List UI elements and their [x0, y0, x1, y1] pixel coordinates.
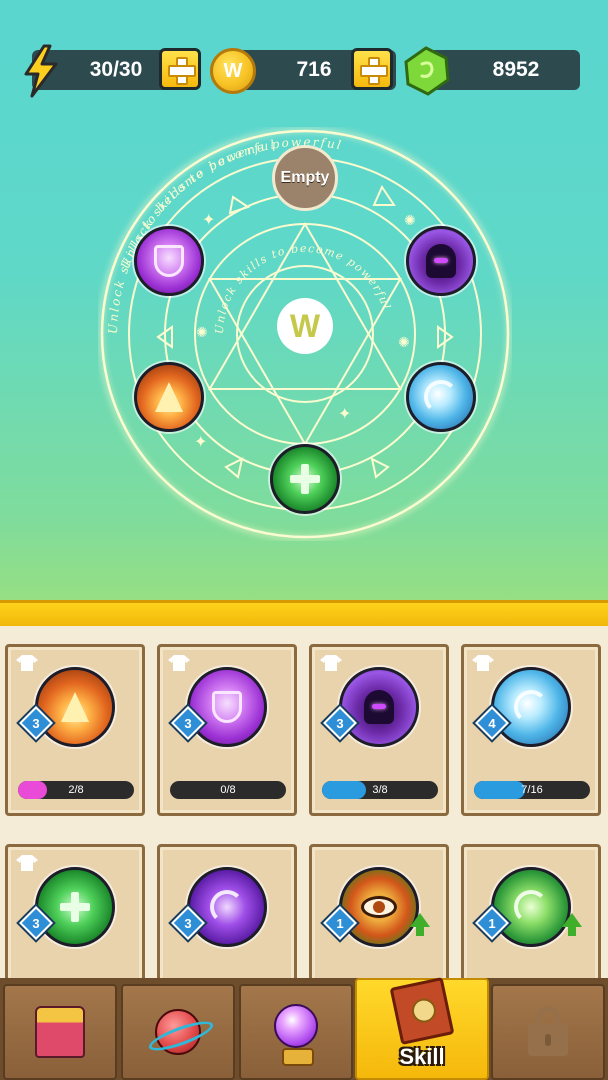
- shield-icon: [187, 667, 267, 747]
- progress-text: 0/8: [220, 784, 236, 796]
- progress-bar: 3/8: [322, 781, 438, 799]
- tab-planet[interactable]: [121, 984, 235, 1080]
- svg-text:✺: ✺: [398, 335, 410, 351]
- skill-card-fire-wings[interactable]: 3 2/8: [5, 644, 145, 816]
- ice-swirl-icon: [491, 667, 571, 747]
- svg-text:✺: ✺: [404, 213, 416, 229]
- tab-skill-label: Skill: [399, 1044, 445, 1069]
- equipped-slot-upper-left[interactable]: [134, 226, 204, 296]
- svg-text:✦: ✦: [202, 210, 215, 229]
- coin-symbol: W: [223, 59, 243, 82]
- coin-icon: W: [210, 48, 256, 94]
- energy-value: 30/30: [89, 58, 143, 81]
- center-symbol: W: [289, 307, 321, 344]
- lightning-storm-icon: [491, 867, 571, 947]
- tab-locked[interactable]: [491, 984, 605, 1080]
- gem-icon: [404, 46, 450, 96]
- shirt-icon: [472, 655, 494, 671]
- empty-skill-slot[interactable]: Empty: [272, 145, 338, 211]
- shirt-icon: [16, 655, 38, 671]
- progress-text: 2/8: [68, 784, 84, 796]
- progress-bar: 2/8: [18, 781, 134, 799]
- svg-text:✦: ✦: [338, 404, 351, 423]
- upgrade-arrow-icon: [562, 913, 582, 936]
- shirt-icon: [320, 655, 342, 671]
- center-emblem: W: [277, 298, 333, 354]
- add-energy-button[interactable]: [159, 48, 201, 90]
- lightning-icon: [24, 44, 58, 98]
- panel-header-strip: [0, 600, 608, 626]
- svg-text:✺: ✺: [196, 325, 208, 341]
- shop-icon: [35, 1006, 85, 1058]
- skill-card-shadow-hood[interactable]: 3 3/8: [309, 644, 449, 816]
- heal-cross-icon: [35, 867, 115, 947]
- add-coins-button[interactable]: [351, 48, 393, 90]
- planet-icon: [155, 1009, 201, 1055]
- vortex-icon: [187, 867, 267, 947]
- fire-wings-icon: [35, 667, 115, 747]
- equipped-slot-lower-left[interactable]: [134, 362, 204, 432]
- shirt-icon: [168, 655, 190, 671]
- lock-icon: [528, 1006, 568, 1056]
- spellbook-icon: [389, 977, 455, 1045]
- fire-wings-icon: [155, 382, 183, 412]
- fire-eye-icon: [339, 867, 419, 947]
- coin-value: 716: [296, 58, 332, 81]
- tab-shop[interactable]: [3, 984, 117, 1080]
- shirt-icon: [16, 855, 38, 871]
- skill-card-shield[interactable]: 3 0/8: [157, 644, 297, 816]
- heal-cross-icon: [290, 464, 320, 494]
- ice-swirl-icon: [424, 380, 458, 414]
- progress-text: 3/8: [372, 784, 388, 796]
- tab-crystal-ball[interactable]: [239, 984, 353, 1080]
- hooded-figure-icon: [339, 667, 419, 747]
- equipped-slot-bottom[interactable]: [270, 444, 340, 514]
- tab-skill[interactable]: Skill: [355, 977, 489, 1080]
- empty-slot-label: Empty: [280, 169, 330, 186]
- upgrade-arrow-icon: [410, 913, 430, 936]
- svg-text:✦: ✦: [194, 432, 207, 451]
- skill-card-ice[interactable]: 4 7/16: [461, 644, 601, 816]
- shield-icon: [154, 245, 184, 277]
- progress-text: 7/16: [521, 784, 543, 796]
- equipped-slot-lower-right[interactable]: [406, 362, 476, 432]
- equipped-slot-upper-right[interactable]: [406, 226, 476, 296]
- bottom-nav: Skill: [0, 977, 608, 1080]
- gem-value: 8952: [492, 58, 540, 81]
- crystal-ball-icon: [274, 1004, 318, 1066]
- progress-bar: 0/8: [170, 781, 286, 799]
- hooded-figure-icon: [426, 244, 456, 278]
- resource-bar: 30/30 716 W 8952: [22, 44, 582, 98]
- progress-bar: 7/16: [474, 781, 590, 799]
